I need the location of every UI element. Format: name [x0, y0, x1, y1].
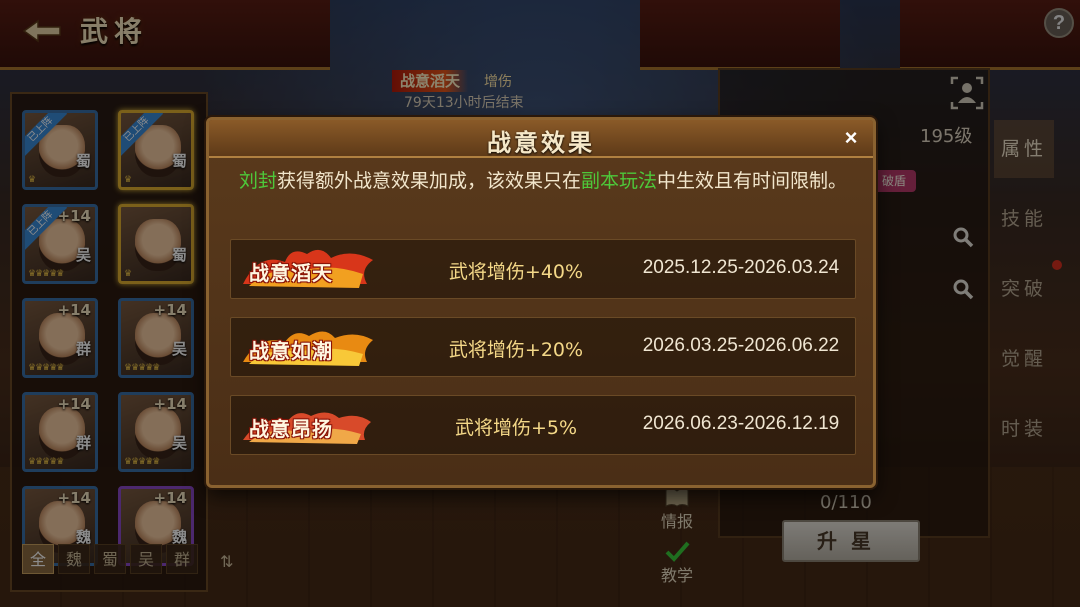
- effect-dates: 2026.06.23-2026.12.19: [642, 413, 840, 434]
- effect-name: 战意昂扬: [249, 417, 333, 441]
- desc-text: 获得额外战意效果加成，该效果只在: [277, 170, 582, 192]
- effect-bonus: 武将增伤+40%: [448, 261, 584, 283]
- effect-badge: 战意滔天: [239, 244, 379, 294]
- modal-title: 战意效果: [487, 129, 595, 157]
- effect-name: 战意滔天: [249, 261, 333, 285]
- effect-bonus: 武将增伤+5%: [454, 417, 578, 439]
- effect-name: 战意如潮: [249, 339, 333, 363]
- effect-dates: 2026.03.25-2026.06.22: [642, 335, 840, 356]
- effect-badge: 战意如潮: [239, 322, 379, 372]
- effect-badge: 战意昂扬: [239, 400, 379, 450]
- effect-dates: 2025.12.25-2026.03.24: [642, 257, 840, 278]
- modal-header: 战意效果 ×: [209, 120, 873, 158]
- close-button[interactable]: ×: [837, 124, 865, 152]
- mode-highlight[interactable]: 副本玩法: [581, 170, 657, 192]
- effect-bonus: 武将增伤+20%: [448, 339, 584, 361]
- effect-row: 战意如潮 武将增伤+20% 2026.03.25-2026.06.22: [230, 317, 856, 377]
- desc-text: 中生效且有时间限制。: [657, 170, 848, 192]
- hero-name-highlight[interactable]: 刘封: [239, 170, 277, 192]
- effect-row: 战意昂扬 武将增伤+5% 2026.06.23-2026.12.19: [230, 395, 856, 455]
- effect-row: 战意滔天 武将增伤+40% 2025.12.25-2026.03.24: [230, 239, 856, 299]
- modal-description: 刘封获得额外战意效果加成，该效果只在副本玩法中生效且有时间限制。: [239, 168, 849, 195]
- battle-spirit-modal: 战意效果 × 刘封获得额外战意效果加成，该效果只在副本玩法中生效且有时间限制。 …: [206, 117, 876, 488]
